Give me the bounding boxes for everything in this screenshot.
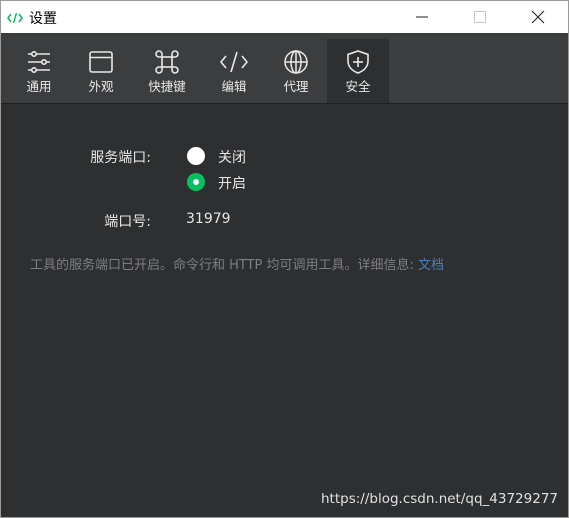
code-logo-icon: [7, 10, 23, 24]
service-port-label: 服务端口:: [90, 150, 151, 166]
globe-icon: [284, 50, 308, 74]
port-number-label: 端口号:: [104, 214, 151, 230]
security-panel: 服务端口: 关闭 开启 端口号: 31979 工具的服务端口已开启。命令行和 H…: [1, 104, 568, 517]
info-text-block: 工具的服务端口已开启。命令行和 HTTP 均可调用工具。详细信息: 文档: [30, 254, 505, 277]
tab-general[interactable]: 通用: [8, 39, 70, 103]
tab-shortcuts-label: 快捷键: [148, 79, 186, 94]
settings-toolbar: 通用 外观 快捷键 编辑 代理 安全: [1, 33, 568, 104]
settings-window: 设置 通用 外观 快捷键 编辑 代理 安全 服务端口: 关闭 开启 端口号: 3…: [0, 0, 569, 518]
watermark: https://blog.csdn.net/qq_43729277: [320, 491, 558, 507]
tab-security[interactable]: 安全: [327, 39, 389, 103]
code-icon: [219, 51, 249, 73]
title-bar: 设置: [1, 1, 568, 33]
tab-shortcuts[interactable]: 快捷键: [136, 39, 198, 103]
sliders-icon: [28, 50, 50, 73]
minimize-icon: [416, 16, 428, 18]
docs-link[interactable]: 文档: [418, 258, 444, 273]
tab-editor[interactable]: 编辑: [203, 39, 265, 103]
radio-on[interactable]: [187, 173, 205, 191]
window-icon: [89, 51, 113, 73]
shield-plus-icon: [347, 50, 369, 74]
port-number-value: 31979: [186, 211, 231, 227]
command-key-icon: [155, 50, 179, 74]
tab-general-label: 通用: [26, 79, 52, 94]
radio-off[interactable]: [187, 147, 205, 165]
tab-proxy-label: 代理: [283, 79, 309, 94]
minimize-button[interactable]: [393, 1, 451, 33]
close-icon: [531, 10, 545, 24]
close-button[interactable]: [509, 1, 567, 33]
maximize-button[interactable]: [451, 1, 509, 33]
window-title: 设置: [29, 11, 57, 27]
tab-proxy[interactable]: 代理: [265, 39, 327, 103]
maximize-icon: [474, 11, 486, 23]
radio-off-label[interactable]: 关闭: [218, 147, 246, 167]
tab-editor-label: 编辑: [221, 79, 247, 94]
info-text: 工具的服务端口已开启。命令行和 HTTP 均可调用工具。详细信息:: [30, 258, 419, 273]
radio-on-label[interactable]: 开启: [218, 173, 246, 193]
tab-appearance-label: 外观: [88, 79, 114, 94]
tab-appearance[interactable]: 外观: [70, 39, 132, 103]
tab-security-label: 安全: [345, 79, 371, 94]
